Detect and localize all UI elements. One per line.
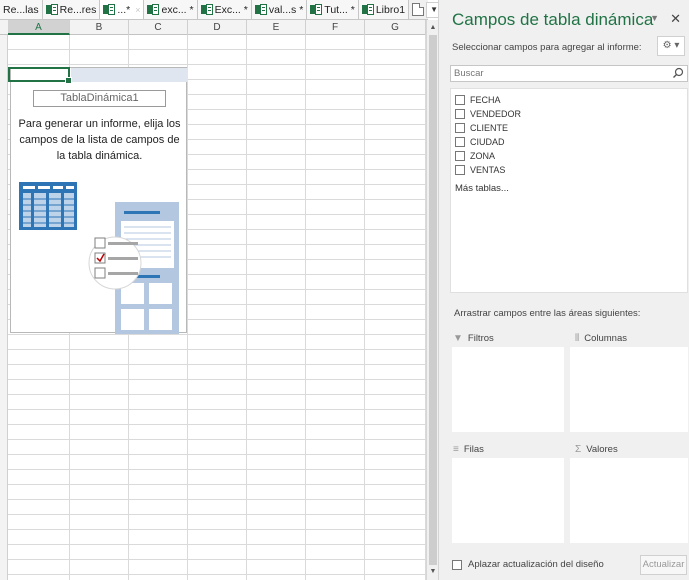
pane-title: Campos de tabla dinámica bbox=[452, 10, 654, 29]
excel-file-icon bbox=[310, 4, 323, 15]
pivot-table-placeholder[interactable]: TablaDinámica1 Para generar un informe, … bbox=[10, 67, 188, 334]
field-checkbox[interactable] bbox=[455, 165, 465, 175]
rows-area-header: ≡ Filas bbox=[453, 441, 484, 457]
pivot-field-list-pane: Campos de tabla dinámica ▼ ✕ Seleccionar… bbox=[438, 0, 689, 580]
workbook-tab-label: Re...res bbox=[59, 3, 97, 16]
field-item-ciudad[interactable]: CIUDAD bbox=[451, 135, 687, 149]
column-header-f[interactable]: F bbox=[306, 20, 365, 35]
field-list: FECHA VENDEDOR CLIENTE CIUDAD ZONA VENTA… bbox=[450, 88, 688, 293]
search-icon[interactable] bbox=[672, 67, 684, 79]
column-header-a[interactable]: A bbox=[8, 20, 70, 35]
field-checkbox[interactable] bbox=[455, 123, 465, 133]
pane-subtitle: Seleccionar campos para agregar al infor… bbox=[452, 42, 642, 53]
pivot-illustration-icon bbox=[19, 182, 179, 334]
column-header-b[interactable]: B bbox=[70, 20, 129, 35]
field-item-vendedor[interactable]: VENDEDOR bbox=[451, 107, 687, 121]
close-tab-icon[interactable]: × bbox=[135, 5, 140, 15]
workbook-tab-3-active[interactable]: ...* × bbox=[100, 0, 145, 19]
workbook-tab-2[interactable]: Re...res bbox=[42, 0, 101, 19]
field-list-settings-button[interactable]: ⚙ ▾ bbox=[657, 36, 685, 56]
rows-area-label: Filas bbox=[463, 443, 484, 455]
drag-areas-label: Arrastrar campos entre las áreas siguien… bbox=[454, 308, 641, 319]
field-checkbox[interactable] bbox=[455, 109, 465, 119]
workbook-tab-4[interactable]: exc... * bbox=[144, 0, 198, 19]
columns-drop-area[interactable] bbox=[570, 347, 688, 432]
field-label: VENTAS bbox=[470, 165, 506, 175]
column-header-e[interactable]: E bbox=[247, 20, 306, 35]
column-headers: A B C D E F G bbox=[0, 20, 426, 35]
workbook-tab-label: ...* bbox=[117, 3, 131, 16]
update-button[interactable]: Actualizar bbox=[640, 555, 687, 575]
values-area-header: Σ Valores bbox=[575, 441, 618, 457]
values-area-label: Valores bbox=[586, 443, 618, 455]
field-checkbox[interactable] bbox=[455, 137, 465, 147]
columns-area-label: Columnas bbox=[584, 332, 627, 344]
excel-file-icon bbox=[147, 4, 160, 15]
workbook-tab-label: Tut... * bbox=[324, 3, 355, 16]
field-label: VENDEDOR bbox=[470, 109, 522, 119]
filters-area-label: Filtros bbox=[467, 332, 494, 344]
filter-icon: ▼ bbox=[453, 332, 463, 344]
filters-area-header: ▼ Filtros bbox=[453, 330, 494, 346]
gridline bbox=[246, 35, 247, 580]
columns-icon: ⫴ bbox=[575, 332, 580, 344]
workbook-tab-label: val...s * bbox=[268, 3, 304, 16]
workbook-tab-7[interactable]: Tut... * bbox=[307, 0, 359, 19]
gear-icon: ⚙ bbox=[662, 40, 672, 51]
more-tables-link[interactable]: Más tablas... bbox=[455, 183, 509, 194]
workbook-tab-5[interactable]: Exc... * bbox=[197, 0, 252, 19]
column-header-c[interactable]: C bbox=[129, 20, 188, 35]
field-checkbox[interactable] bbox=[455, 151, 465, 161]
column-header-g[interactable]: G bbox=[365, 20, 426, 35]
rows-drop-area[interactable] bbox=[452, 458, 564, 543]
field-item-zona[interactable]: ZONA bbox=[451, 149, 687, 163]
new-document-icon[interactable] bbox=[412, 3, 425, 16]
row-headers[interactable] bbox=[0, 35, 8, 580]
field-search-input[interactable] bbox=[451, 66, 669, 81]
pane-options-dropdown-icon[interactable]: ▼ bbox=[650, 13, 659, 23]
excel-file-icon bbox=[361, 4, 374, 15]
workbook-tab-6[interactable]: val...s * bbox=[251, 0, 308, 19]
worksheet-grid[interactable]: A B C D E F G TablaDinámica1 Para genera… bbox=[0, 20, 426, 580]
columns-area-header: ⫴ Columnas bbox=[575, 330, 627, 346]
workbook-tab-label: Exc... * bbox=[214, 3, 248, 16]
field-item-ventas[interactable]: VENTAS bbox=[451, 163, 687, 177]
workbook-tab-label: Libro1 bbox=[375, 3, 406, 16]
excel-file-icon bbox=[200, 4, 213, 15]
excel-file-icon bbox=[45, 4, 58, 15]
close-pane-icon[interactable]: ✕ bbox=[670, 11, 681, 27]
field-item-fecha[interactable]: FECHA bbox=[451, 93, 687, 107]
active-cell-a3[interactable] bbox=[8, 67, 72, 84]
excel-file-icon bbox=[254, 4, 267, 15]
defer-update-label: Aplazar actualización del diseño bbox=[468, 559, 604, 570]
vertical-scrollbar[interactable]: ▲ ▼ bbox=[426, 20, 438, 580]
field-label: CLIENTE bbox=[470, 123, 509, 133]
workbook-tab-label: Re...las bbox=[3, 3, 39, 16]
scroll-thumb[interactable] bbox=[429, 35, 437, 565]
filters-drop-area[interactable] bbox=[452, 347, 564, 432]
column-header-d[interactable]: D bbox=[188, 20, 247, 35]
field-item-cliente[interactable]: CLIENTE bbox=[451, 121, 687, 135]
field-checkbox[interactable] bbox=[455, 95, 465, 105]
field-label: ZONA bbox=[470, 151, 496, 161]
workbook-tab-1[interactable]: Re...las bbox=[0, 0, 43, 19]
defer-update-checkbox[interactable] bbox=[452, 560, 462, 570]
excel-file-icon bbox=[103, 4, 116, 15]
workbook-tab-8[interactable]: Libro1 bbox=[358, 0, 410, 19]
values-drop-area[interactable] bbox=[570, 458, 688, 543]
workbook-tab-label: exc... * bbox=[161, 3, 194, 16]
sigma-icon: Σ bbox=[575, 443, 582, 455]
gridline bbox=[305, 35, 306, 580]
gridline bbox=[364, 35, 365, 580]
rows-icon: ≡ bbox=[453, 443, 459, 455]
field-label: FECHA bbox=[470, 95, 501, 105]
workbook-tab-strip: Re...las Re...res ...* × exc... * Exc...… bbox=[0, 0, 454, 20]
field-label: CIUDAD bbox=[470, 137, 505, 147]
field-search-box[interactable] bbox=[450, 65, 688, 82]
